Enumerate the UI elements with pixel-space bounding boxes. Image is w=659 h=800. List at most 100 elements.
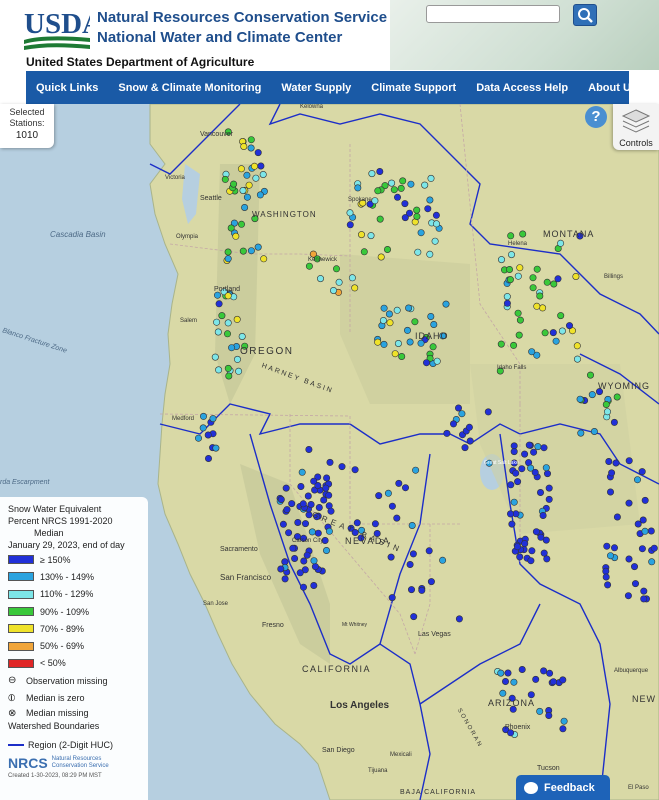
station-marker[interactable] <box>540 549 548 557</box>
station-marker[interactable] <box>536 488 544 496</box>
station-marker[interactable] <box>383 246 391 254</box>
station-marker[interactable] <box>501 677 509 685</box>
station-marker[interactable] <box>516 316 524 324</box>
station-marker[interactable] <box>238 220 246 228</box>
station-marker[interactable] <box>240 142 248 150</box>
station-marker[interactable] <box>414 248 422 256</box>
station-marker[interactable] <box>335 278 343 286</box>
station-marker[interactable] <box>605 457 613 465</box>
station-marker[interactable] <box>406 560 414 568</box>
station-marker[interactable] <box>424 205 432 213</box>
station-marker[interactable] <box>407 180 415 188</box>
station-marker[interactable] <box>533 265 541 273</box>
station-marker[interactable] <box>215 300 223 308</box>
station-marker[interactable] <box>401 484 409 492</box>
station-marker[interactable] <box>640 595 648 603</box>
station-marker[interactable] <box>527 464 535 472</box>
station-marker[interactable] <box>549 678 557 686</box>
station-marker[interactable] <box>505 266 513 274</box>
station-marker[interactable] <box>554 275 562 283</box>
station-marker[interactable] <box>291 554 299 562</box>
station-marker[interactable] <box>288 500 296 508</box>
station-marker[interactable] <box>338 463 346 471</box>
station-marker[interactable] <box>407 586 415 594</box>
station-marker[interactable] <box>233 315 241 323</box>
station-marker[interactable] <box>315 503 323 511</box>
station-marker[interactable] <box>506 510 514 518</box>
station-marker[interactable] <box>608 469 616 477</box>
station-marker[interactable] <box>289 544 297 552</box>
station-marker[interactable] <box>310 581 318 589</box>
station-marker[interactable] <box>257 162 265 170</box>
station-marker[interactable] <box>277 495 285 503</box>
station-marker[interactable] <box>506 276 514 284</box>
station-marker[interactable] <box>552 337 560 345</box>
station-marker[interactable] <box>640 587 648 595</box>
station-marker[interactable] <box>351 284 359 292</box>
station-marker[interactable] <box>277 565 285 573</box>
station-marker[interactable] <box>519 230 527 238</box>
station-marker[interactable] <box>254 149 262 157</box>
station-marker[interactable] <box>310 557 318 565</box>
station-marker[interactable] <box>326 458 334 466</box>
station-marker[interactable] <box>294 518 302 526</box>
station-marker[interactable] <box>227 224 235 232</box>
station-marker[interactable] <box>199 424 207 432</box>
station-marker[interactable] <box>413 206 421 214</box>
station-marker[interactable] <box>484 408 492 416</box>
station-marker[interactable] <box>536 292 544 300</box>
station-marker[interactable] <box>433 357 441 365</box>
station-marker[interactable] <box>543 278 551 286</box>
station-marker[interactable] <box>376 168 384 176</box>
station-marker[interactable] <box>539 511 547 519</box>
station-marker[interactable] <box>432 220 440 228</box>
station-marker[interactable] <box>417 229 425 237</box>
help-button[interactable]: ? <box>585 106 607 128</box>
station-marker[interactable] <box>247 247 255 255</box>
station-marker[interactable] <box>224 330 232 338</box>
search-input[interactable] <box>426 5 560 23</box>
station-marker[interactable] <box>573 342 581 350</box>
station-marker[interactable] <box>540 444 548 452</box>
station-marker[interactable] <box>515 331 523 339</box>
station-marker[interactable] <box>387 553 395 561</box>
station-marker[interactable] <box>252 174 260 182</box>
station-marker[interactable] <box>497 669 505 677</box>
station-marker[interactable] <box>238 333 246 341</box>
station-marker[interactable] <box>296 569 304 577</box>
station-marker[interactable] <box>586 371 594 379</box>
station-marker[interactable] <box>461 444 469 452</box>
station-marker[interactable] <box>560 717 568 725</box>
station-marker[interactable] <box>454 404 462 412</box>
nav-water-supply[interactable]: Water Supply <box>271 82 361 94</box>
station-marker[interactable] <box>301 520 309 528</box>
station-marker[interactable] <box>573 355 581 363</box>
station-marker[interactable] <box>360 248 368 256</box>
station-marker[interactable] <box>525 441 533 449</box>
station-marker[interactable] <box>298 468 306 476</box>
station-marker[interactable] <box>625 499 633 507</box>
station-marker[interactable] <box>508 520 516 528</box>
nav-data-access-help[interactable]: Data Access Help <box>466 82 578 94</box>
station-marker[interactable] <box>539 304 547 312</box>
station-marker[interactable] <box>422 359 430 367</box>
station-marker[interactable] <box>388 179 396 187</box>
station-marker[interactable] <box>421 181 429 189</box>
station-marker[interactable] <box>413 213 421 221</box>
station-marker[interactable] <box>395 479 403 487</box>
station-marker[interactable] <box>521 540 529 548</box>
station-marker[interactable] <box>393 306 401 314</box>
station-marker[interactable] <box>449 420 457 428</box>
station-marker[interactable] <box>529 284 537 292</box>
station-marker[interactable] <box>200 412 208 420</box>
station-marker[interactable] <box>281 575 289 583</box>
station-marker[interactable] <box>427 174 435 182</box>
station-marker[interactable] <box>325 527 333 535</box>
station-marker[interactable] <box>316 275 324 283</box>
station-marker[interactable] <box>408 521 416 529</box>
station-marker[interactable] <box>439 556 447 564</box>
station-marker[interactable] <box>558 327 566 335</box>
station-marker[interactable] <box>237 165 245 173</box>
station-marker[interactable] <box>243 193 251 201</box>
station-marker[interactable] <box>409 550 417 558</box>
